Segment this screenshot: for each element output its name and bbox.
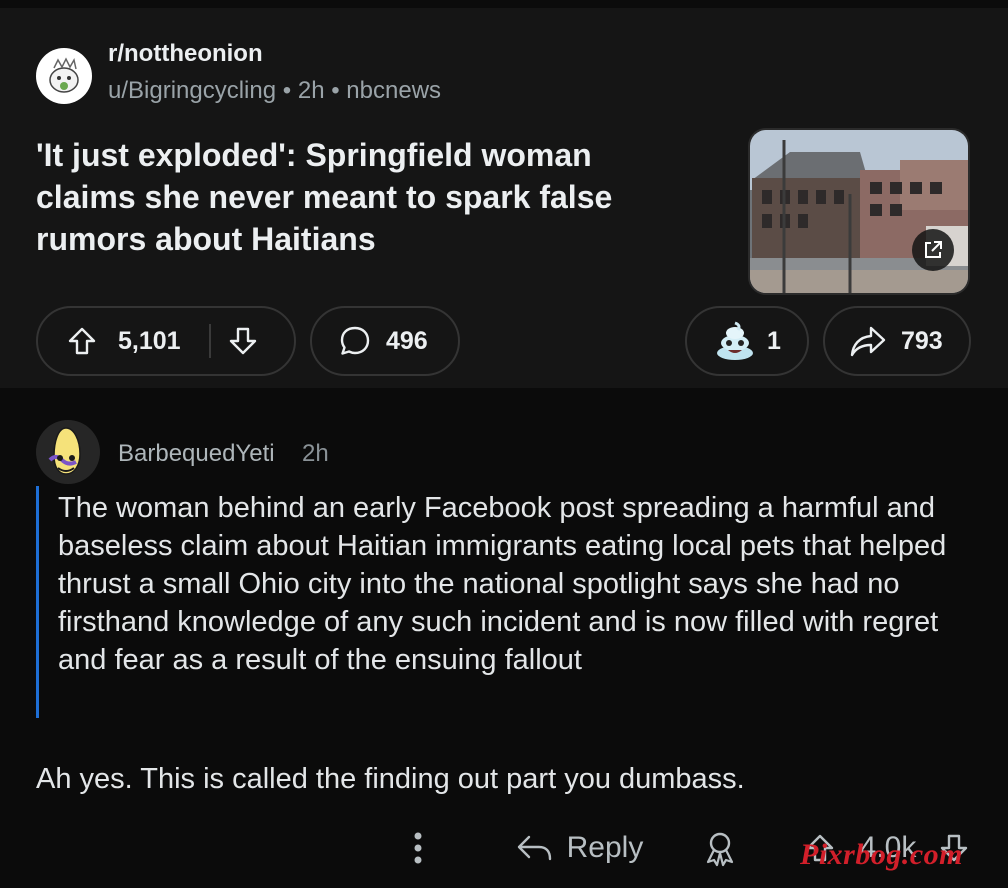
meta-separator: • — [331, 77, 340, 104]
reply-label: Reply — [566, 831, 644, 864]
watermark: Pixrbog.com — [800, 838, 963, 871]
comment-award-button[interactable] — [694, 822, 746, 874]
top-divider — [0, 0, 1008, 8]
subreddit-avatar[interactable] — [36, 48, 92, 104]
comment-count: 496 — [386, 326, 428, 355]
quote-bar — [36, 486, 39, 718]
post-source[interactable]: nbcnews — [346, 77, 441, 104]
comment-time: 2h — [302, 440, 329, 467]
vote-divider — [208, 324, 211, 358]
share-count: 793 — [901, 326, 943, 355]
meta-separator: • — [282, 77, 292, 104]
upvote-button[interactable] — [66, 325, 98, 357]
post-time: 2h — [297, 77, 325, 104]
award-ribbon-icon — [706, 832, 734, 867]
award-count: 1 — [767, 326, 781, 355]
comment-quote: The woman behind an early Facebook post … — [58, 492, 947, 676]
commenter-avatar[interactable] — [36, 420, 100, 484]
share-button[interactable]: 793 — [823, 306, 971, 376]
share-arrow-icon — [850, 326, 886, 357]
arrow-up-icon — [68, 327, 96, 355]
arrow-down-icon — [229, 327, 256, 355]
comment-author[interactable]: BarbequedYeti — [118, 440, 275, 468]
more-options-button[interactable] — [398, 822, 438, 874]
reply-button[interactable]: Reply — [504, 822, 654, 874]
post-title[interactable]: 'It just exploded': Springfield woman cl… — [36, 134, 676, 260]
downvote-button[interactable] — [227, 325, 259, 357]
post-card[interactable]: r/nottheonion u/Bigringcycling • 2h • nb… — [0, 0, 1008, 388]
external-link-icon — [925, 241, 942, 258]
comments-button[interactable]: 496 — [310, 306, 460, 376]
external-link-button[interactable] — [912, 229, 954, 271]
award-button[interactable]: 1 — [685, 306, 809, 376]
reply-arrow-icon — [517, 835, 551, 861]
post-meta: u/Bigringcycling • 2h • nbcnews — [108, 77, 441, 105]
upvote-count: 5,101 — [118, 326, 181, 355]
vertical-dots-icon — [414, 832, 422, 864]
vote-control: 5,101 — [36, 306, 296, 376]
post-author[interactable]: u/Bigringcycling — [108, 77, 276, 104]
comment-body: Ah yes. This is called the finding out p… — [36, 763, 745, 795]
subreddit-name[interactable]: r/nottheonion — [108, 40, 263, 68]
link-thumbnail[interactable] — [748, 128, 970, 295]
speech-bubble-icon — [340, 326, 370, 355]
award-emoji-icon — [717, 321, 753, 360]
